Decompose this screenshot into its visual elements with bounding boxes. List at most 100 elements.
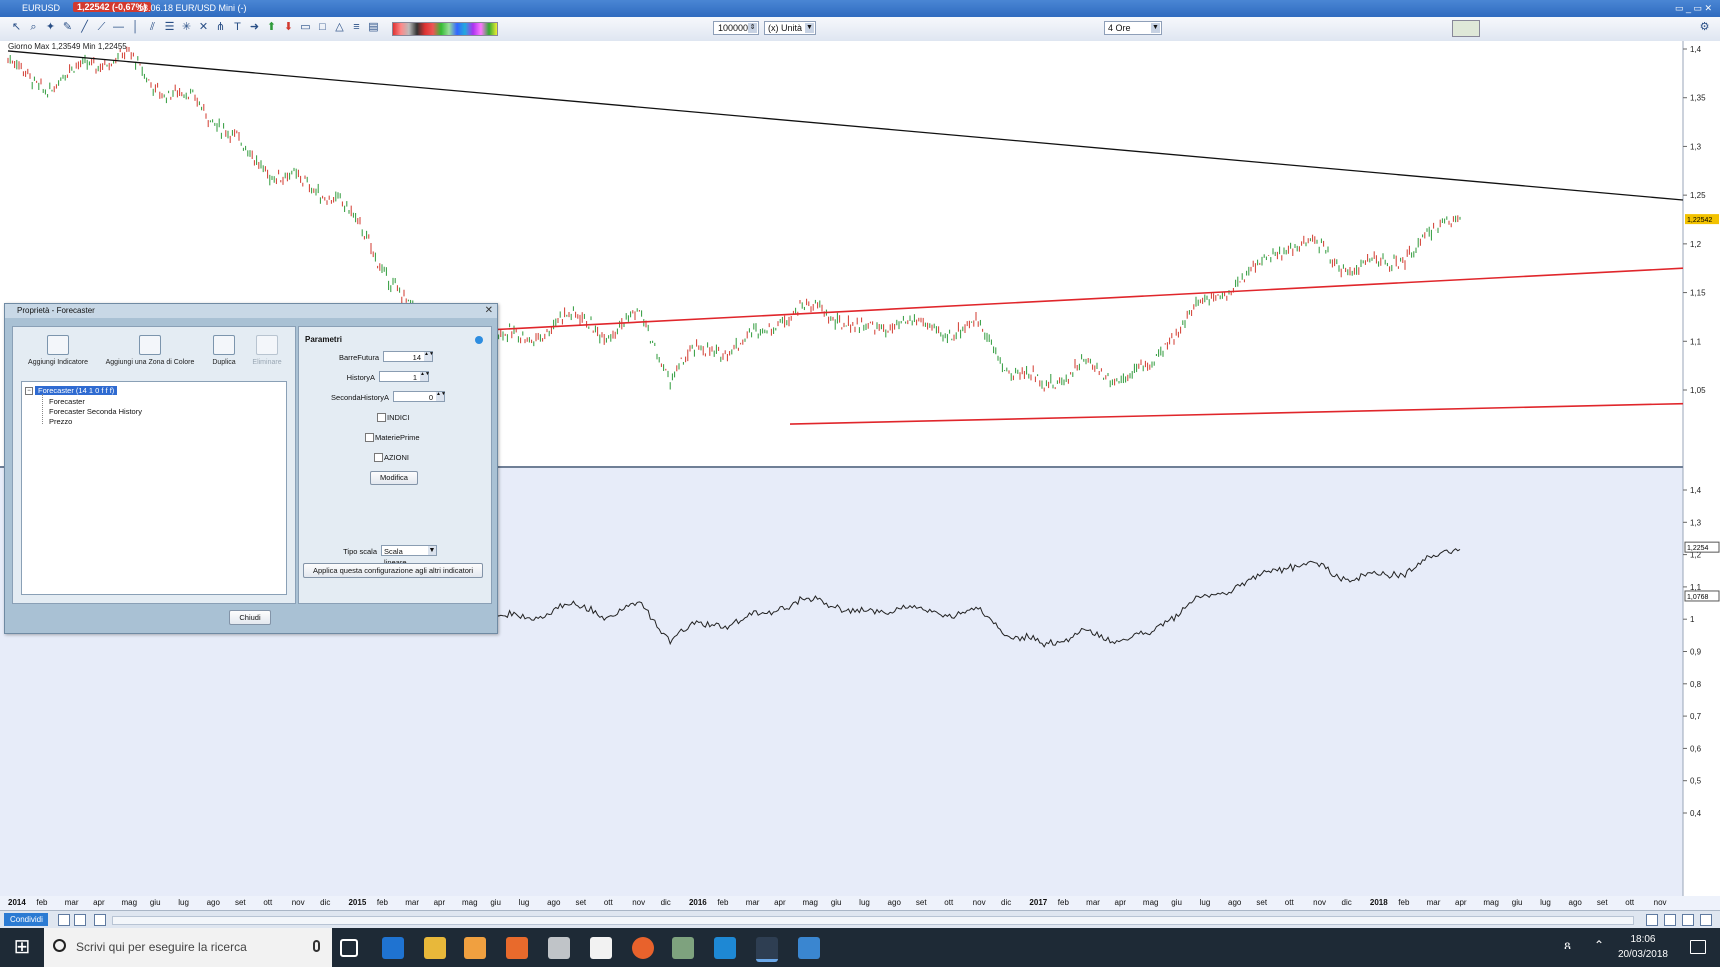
settings-icon[interactable]: ⚙ xyxy=(1698,21,1711,34)
day-max-min-label: Giorno Max 1,23549 Min 1,22455 xyxy=(8,42,127,51)
duplicate-button[interactable]: Duplica xyxy=(209,335,239,366)
grid-icon[interactable]: ▤ xyxy=(367,21,380,34)
file-explorer-icon[interactable] xyxy=(424,937,446,959)
arrow-up-icon[interactable]: ⬆ xyxy=(265,21,278,34)
drawing-toolbar: ↖ ⌕ ✦ ✎ ╱ ⟋ — │ ⫽ ☰ ✳ ✕ ⋔ T ➜ ⬆ ⬇ ▭ □ △ … xyxy=(0,17,1720,42)
apply-all-button[interactable]: Applica questa configurazione agli altri… xyxy=(303,563,483,578)
arrow-right-icon[interactable]: ➜ xyxy=(248,21,261,34)
time-axis-month-label: feb xyxy=(36,898,48,907)
symbol-label[interactable]: EURUSD xyxy=(22,3,60,13)
ray-icon[interactable]: ⟋ xyxy=(95,21,108,34)
close-icon[interactable]: ✕ xyxy=(485,304,493,318)
zoom-fit-icon[interactable] xyxy=(1700,914,1712,926)
task-view-icon[interactable] xyxy=(340,939,358,957)
close-button[interactable]: Chiudi xyxy=(229,610,271,625)
chevron-up-icon[interactable]: ⌃ xyxy=(1594,938,1604,952)
tree-root-forecaster[interactable]: Forecaster (14 1 0 f f f) xyxy=(35,386,118,395)
microphone-icon[interactable] xyxy=(313,940,320,952)
chevron-down-icon[interactable]: ▼ xyxy=(1151,23,1160,33)
square-icon[interactable]: □ xyxy=(316,21,329,34)
rectangle-icon[interactable]: ▭ xyxy=(299,21,312,34)
title-bar: EURUSD 1,22542 (-0,67%) 18.06.18 EUR/USD… xyxy=(0,0,1720,17)
chevron-down-icon[interactable]: ▼ xyxy=(805,23,814,33)
unit-select[interactable]: (x) Unità ▼ xyxy=(764,21,816,35)
barre-futura-input[interactable]: 14 ▲▼ xyxy=(383,351,434,362)
text-icon[interactable]: T xyxy=(231,21,244,34)
tree-item-forecaster[interactable]: Forecaster xyxy=(49,397,85,406)
edge-icon[interactable] xyxy=(382,937,404,959)
notification-icon[interactable] xyxy=(1690,940,1706,954)
share-button[interactable]: Condividi xyxy=(4,913,48,926)
chevron-down-icon[interactable]: ▼ xyxy=(428,546,436,555)
taskbar-search[interactable]: Scrivi qui per eseguire la ricerca xyxy=(44,928,332,967)
price-axis-label: 1,4 xyxy=(1690,45,1702,54)
collapse-icon[interactable]: − xyxy=(25,387,33,395)
vertical-line-icon[interactable]: │ xyxy=(129,21,142,34)
line-icon[interactable]: ╱ xyxy=(78,21,91,34)
media-icon[interactable] xyxy=(464,937,486,959)
clock-date: 20/03/2018 xyxy=(1617,949,1668,960)
pen-icon[interactable]: ✎ xyxy=(61,21,74,34)
history-a-input[interactable]: 1 ▲▼ xyxy=(379,371,430,382)
triangle-icon[interactable]: △ xyxy=(333,21,346,34)
lower-price-tag-text: 1,2254 xyxy=(1687,545,1709,552)
window-controls[interactable]: ▭ _ ▭ ✕ xyxy=(1675,3,1712,14)
windows-start-icon[interactable]: ⊞ xyxy=(0,928,44,967)
arrow-down-icon[interactable]: ⬇ xyxy=(282,21,295,34)
layout-icon[interactable] xyxy=(58,914,70,926)
spinner-icon[interactable]: ▲▼ xyxy=(420,372,430,381)
pointer-icon[interactable]: ↖ xyxy=(10,21,23,34)
time-axis-month-label: ott xyxy=(1284,898,1294,907)
barre-futura-label: BarreFutura xyxy=(338,353,379,362)
add-indicator-button[interactable]: Aggiungi Indicatore xyxy=(25,335,91,366)
horizontal-scrollbar[interactable] xyxy=(112,916,1634,925)
indici-checkbox[interactable] xyxy=(377,413,386,422)
spinner-icon[interactable]: ▲▼ xyxy=(436,392,446,401)
help-icon[interactable] xyxy=(475,336,483,344)
snowflake-app-icon[interactable] xyxy=(798,937,820,959)
quantity-field[interactable]: 100000 ⇕ xyxy=(713,21,759,35)
tree-item-forecaster-seconda-history[interactable]: Forecaster Seconda History xyxy=(49,407,142,416)
zoom-out-icon[interactable] xyxy=(1664,914,1676,926)
time-axis-month-label: ago xyxy=(887,898,901,907)
channel-icon[interactable]: ⫽ xyxy=(146,21,159,34)
trading-app-icon[interactable] xyxy=(756,937,778,962)
time-axis-month-label: apr xyxy=(433,898,446,907)
levels-icon[interactable]: ≡ xyxy=(350,21,363,34)
horizontal-line-icon[interactable]: — xyxy=(112,21,125,34)
timeframe-select[interactable]: 4 Ore ▼ xyxy=(1104,21,1162,35)
system-clock[interactable]: 18:06 20/03/2018 xyxy=(1618,932,1668,962)
scale-type-select[interactable]: Scala lineare▼ xyxy=(381,545,437,567)
firefox-icon[interactable] xyxy=(632,937,654,959)
app-icon[interactable] xyxy=(548,937,570,959)
azioni-checkbox[interactable] xyxy=(374,453,383,462)
spinner-icon[interactable]: ▲▼ xyxy=(424,352,434,361)
color-palette[interactable] xyxy=(392,22,498,36)
time-axis-month-label: ott xyxy=(263,898,273,907)
xampp-icon[interactable] xyxy=(506,937,528,959)
fibonacci-icon[interactable]: ☰ xyxy=(163,21,176,34)
pitchfork-icon[interactable]: ⋔ xyxy=(214,21,227,34)
zoom-icon[interactable]: ⌕ xyxy=(27,21,40,34)
seconda-history-input[interactable]: 0 ▲▼ xyxy=(393,391,446,402)
print-icon[interactable] xyxy=(74,914,86,926)
quantity-spin-icon[interactable]: ⇕ xyxy=(748,23,757,33)
refresh-icon[interactable] xyxy=(1646,914,1658,926)
app-icon[interactable] xyxy=(672,937,694,959)
time-axis-month-label: feb xyxy=(717,898,729,907)
chart-type-icon[interactable] xyxy=(1452,20,1480,37)
tree-item-prezzo[interactable]: Prezzo xyxy=(49,417,72,426)
delete-button[interactable]: Eliminare xyxy=(249,335,285,366)
cross-icon[interactable]: ✕ xyxy=(197,21,210,34)
materie-prime-checkbox[interactable] xyxy=(365,433,374,442)
star-icon[interactable]: ✦ xyxy=(44,21,57,34)
gann-icon[interactable]: ✳ xyxy=(180,21,193,34)
app-icon[interactable] xyxy=(714,937,736,959)
grid-toggle-icon[interactable] xyxy=(94,914,106,926)
add-color-zone-button[interactable]: Aggiungi una Zona di Colore xyxy=(101,335,199,366)
people-icon[interactable]: ጸ xyxy=(1564,938,1571,953)
zoom-in-icon[interactable] xyxy=(1682,914,1694,926)
modifica-button[interactable]: Modifica xyxy=(370,471,418,485)
time-axis-month-label: mag xyxy=(802,898,818,907)
mail-icon[interactable] xyxy=(590,937,612,959)
